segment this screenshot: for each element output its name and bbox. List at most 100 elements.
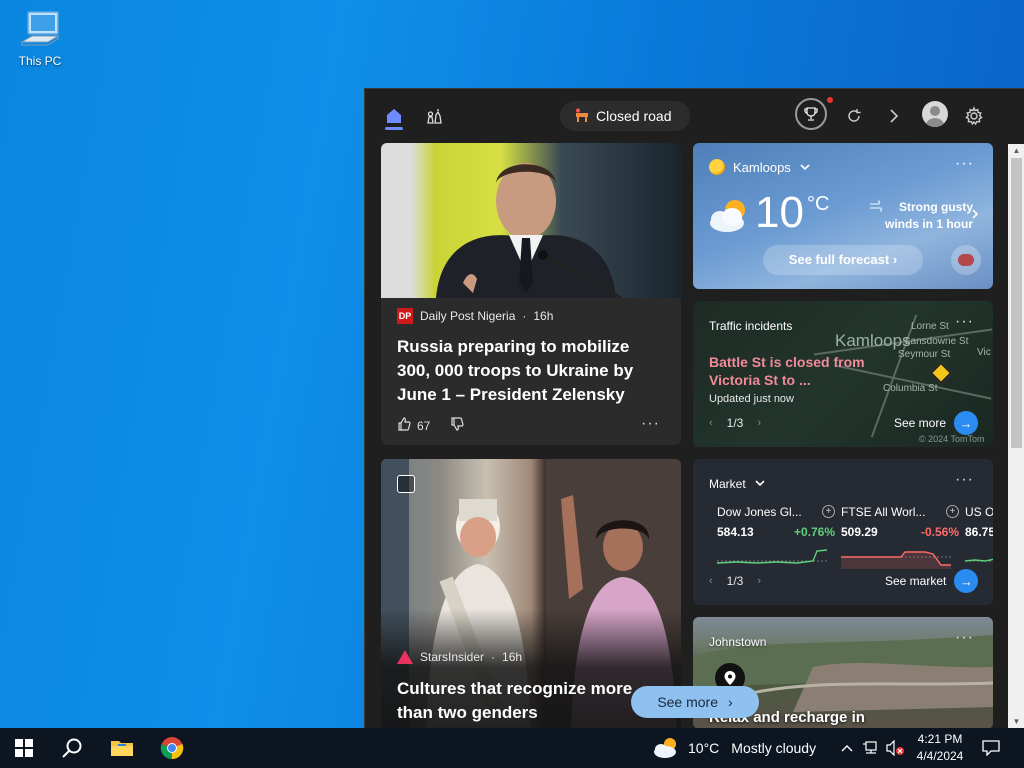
traffic-pager: ‹ 1/3 › — [709, 416, 761, 430]
traffic-card[interactable]: Kamloops Lorne St Lansdowne St Seymour S… — [693, 301, 993, 447]
see-market-link[interactable]: See market → — [885, 569, 979, 593]
stock-value: 509.29 — [841, 525, 878, 539]
stock-sparkline — [841, 551, 951, 569]
widgets-topbar: Closed road — [365, 89, 1024, 141]
weather-location-icon — [709, 159, 725, 175]
taskbar-weather-text: Mostly cloudy — [731, 740, 817, 756]
network-icon[interactable] — [860, 728, 882, 768]
news-headline[interactable]: Cultures that recognize more than two ge… — [397, 677, 665, 725]
forecast-button-label: See full forecast — [788, 252, 890, 267]
temperature-unit[interactable]: °C — [807, 193, 829, 216]
news-card-cultures[interactable]: StarsInsider · 16h Cultures that recogni… — [381, 459, 681, 728]
add-watchlist-icon[interactable]: + — [822, 505, 835, 518]
see-more-button[interactable]: See more › — [631, 686, 759, 718]
chevron-left-icon[interactable]: ‹ — [709, 417, 713, 429]
stock-value: 584.13 — [717, 525, 754, 539]
news-headline[interactable]: Russia preparing to mobilize 300, 000 tr… — [397, 335, 665, 407]
stock-item[interactable]: US O 86.75 — [964, 505, 993, 574]
user-avatar[interactable] — [922, 101, 948, 127]
dot-separator: · — [491, 650, 496, 664]
more-options-icon[interactable]: ··· — [955, 313, 974, 331]
rewards-trophy-button[interactable] — [795, 98, 827, 130]
news-age: 16h — [533, 309, 554, 323]
source-logo: DP — [397, 308, 413, 324]
traffic-updated: Updated just now — [709, 393, 794, 405]
page-indicator: 1/3 — [726, 574, 744, 588]
action-center-icon[interactable] — [978, 728, 1004, 768]
stock-item[interactable]: FTSE All Worl... + 509.29 -0.56% — [841, 505, 959, 574]
market-title-row[interactable]: Market — [709, 477, 766, 491]
incident-marker-icon[interactable] — [929, 361, 953, 385]
traffic-headline[interactable]: Battle St is closed from Victoria St to … — [709, 353, 869, 389]
market-pager: ‹ 1/3 › — [709, 574, 761, 588]
weather-map-thumbnail[interactable] — [951, 245, 981, 275]
refresh-icon[interactable] — [839, 101, 869, 131]
chevron-right-icon[interactable] — [971, 207, 979, 225]
scroll-down-icon[interactable]: ▼ — [1008, 715, 1024, 728]
chevron-left-icon[interactable]: ‹ — [709, 575, 713, 587]
more-options-icon[interactable]: ··· — [955, 155, 974, 173]
closed-road-chip[interactable]: Closed road — [560, 101, 690, 131]
more-options-icon[interactable]: ··· — [955, 629, 974, 647]
news-card-zelensky[interactable]: DP Daily Post Nigeria · 16h Russia prepa… — [381, 143, 681, 445]
scrollbar-thumb[interactable] — [1011, 158, 1022, 448]
map-city-label: Kamloops — [835, 331, 911, 350]
chrome-icon — [160, 737, 184, 760]
stock-sparkline — [964, 558, 993, 562]
market-title: Market — [709, 477, 746, 491]
traffic-see-more[interactable]: See more → — [894, 411, 979, 435]
volume-muted-icon[interactable] — [884, 728, 906, 768]
news-source-row: StarsInsider · 16h — [397, 650, 522, 664]
stock-value: 86.75 — [965, 525, 993, 539]
map-street-label: Columbia St — [883, 383, 938, 394]
chevron-down-icon — [754, 477, 766, 491]
chevron-right-icon[interactable]: › — [757, 417, 761, 429]
current-temperature: 10 — [755, 188, 804, 237]
market-card[interactable]: Market ··· Dow Jones Gl... + 584.13 +0.76%… — [693, 459, 993, 605]
page-indicator: 1/3 — [726, 416, 744, 430]
explore-chess-icon[interactable] — [419, 101, 449, 131]
start-button[interactable] — [0, 728, 48, 768]
thumbs-up-icon[interactable] — [397, 417, 411, 434]
scroll-up-icon[interactable]: ▲ — [1008, 144, 1024, 158]
taskbar-clock[interactable]: 4:21 PM 4/4/2024 — [910, 731, 970, 765]
more-options-icon[interactable]: ··· — [641, 415, 660, 433]
chevron-right-icon[interactable]: › — [757, 575, 761, 587]
reactions-row: 67 — [397, 417, 464, 434]
taskbar-temperature: 10°C — [688, 740, 720, 756]
file-explorer-button[interactable] — [98, 728, 146, 768]
chrome-button[interactable] — [148, 728, 196, 768]
like-count: 67 — [417, 418, 431, 433]
partly-cloudy-icon — [652, 735, 680, 762]
this-pc-desktop-icon[interactable]: This PC — [12, 8, 68, 68]
see-more-label: See more — [657, 694, 719, 710]
folder-icon — [111, 741, 133, 756]
see-more-label: See more — [894, 416, 947, 430]
chevron-up-icon[interactable] — [838, 728, 856, 768]
widgets-scrollbar[interactable]: ▲ ▼ — [1008, 144, 1024, 728]
thumbs-down-icon[interactable] — [450, 417, 464, 434]
taskbar-weather-button[interactable]: 10°C Mostly cloudy — [652, 728, 816, 768]
taskbar: 10°C Mostly cloudy 4:21 PM 4/4/2024 — [0, 728, 1024, 768]
weather-alert[interactable]: Strong gusty winds in 1 hour — [873, 199, 973, 233]
news-source: StarsInsider — [420, 650, 485, 664]
search-button[interactable] — [48, 728, 96, 768]
notification-dot — [827, 97, 833, 103]
see-full-forecast-button[interactable]: See full forecast › — [763, 245, 923, 275]
chevron-right-icon: › — [728, 694, 733, 710]
gallery-icon — [397, 475, 415, 493]
stock-name: US O — [965, 505, 993, 519]
settings-gear-icon[interactable] — [959, 101, 989, 131]
closed-road-label: Closed road — [596, 108, 672, 124]
weather-location[interactable]: Kamloops — [709, 159, 811, 175]
stock-item[interactable]: Dow Jones Gl... + 584.13 +0.76% — [716, 505, 835, 574]
add-watchlist-icon[interactable]: + — [946, 505, 959, 518]
chevron-down-icon — [799, 160, 811, 175]
weather-card[interactable]: Kamloops ··· 10 °C Strong gusty winds in… — [693, 143, 993, 289]
stock-name: FTSE All Worl... — [841, 505, 926, 519]
home-tab-indicator — [385, 127, 403, 130]
chevron-right-icon[interactable] — [879, 101, 909, 131]
news-age: 16h — [502, 650, 523, 664]
see-market-label: See market — [885, 574, 947, 588]
more-options-icon[interactable]: ··· — [955, 471, 974, 489]
